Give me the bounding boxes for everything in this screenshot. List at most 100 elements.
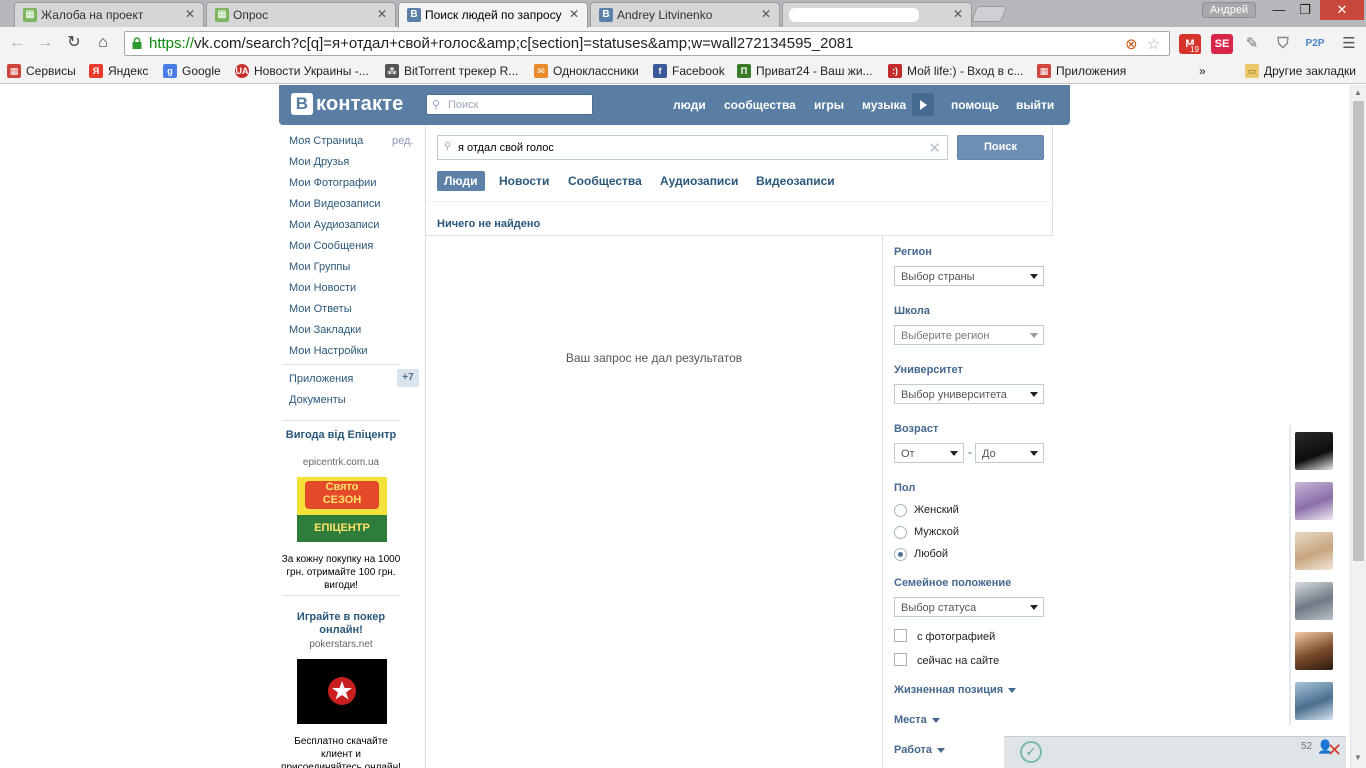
menu-news[interactable]: Мои Новости — [289, 282, 356, 294]
apps-count-badge[interactable]: +7 — [397, 369, 419, 387]
browser-tab[interactable]: В Andrey Litvinenko ✕ — [590, 2, 780, 27]
friend-avatar[interactable] — [1295, 532, 1333, 570]
work-toggle[interactable]: Работа — [894, 744, 946, 756]
menu-answers[interactable]: Мои Ответы — [289, 303, 352, 315]
bookmark-item[interactable]: g Google — [163, 63, 221, 79]
places-toggle[interactable]: Места — [894, 714, 940, 726]
new-tab-button[interactable] — [971, 6, 1007, 22]
menu-apps[interactable]: Приложения — [289, 373, 353, 385]
check-circle-icon[interactable]: ✓ — [1020, 741, 1042, 763]
university-select[interactable]: Выбор университета — [894, 384, 1044, 404]
nav-logout[interactable]: выйти — [1016, 98, 1054, 112]
clear-icon[interactable]: ✕ — [928, 139, 941, 157]
maximize-button[interactable]: ❐ — [1292, 0, 1318, 20]
menu-my-page[interactable]: Моя Страница — [289, 135, 363, 147]
extension-blocked-icon[interactable]: ⊗ — [1125, 35, 1138, 53]
friend-avatar[interactable] — [1295, 482, 1333, 520]
browser-tab-active[interactable]: В Поиск людей по запросу ✕ — [398, 2, 588, 28]
menu-messages[interactable]: Мои Сообщения — [289, 240, 373, 252]
tab-video[interactable]: Видеозаписи — [756, 171, 835, 191]
scroll-thumb[interactable] — [1353, 101, 1364, 561]
ad-title[interactable]: Вигода від Епіцентр — [281, 429, 401, 442]
browser-tab[interactable]: ▦ Жалоба на проект ✕ — [14, 2, 204, 27]
tab-communities[interactable]: Сообщества — [568, 171, 642, 191]
menu-photos[interactable]: Мои Фотографии — [289, 177, 376, 189]
with-photo-label[interactable]: с фотографией — [917, 631, 995, 643]
close-icon[interactable]: ✕ — [569, 7, 579, 21]
menu-videos[interactable]: Мои Видеозаписи — [289, 198, 381, 210]
p2p-extension-icon[interactable]: P2P — [1304, 34, 1326, 54]
sex-female-label[interactable]: Женский — [914, 504, 959, 516]
menu-edit-link[interactable]: ред. — [392, 135, 413, 147]
bookmark-item[interactable]: ▦ Сервисы — [7, 63, 76, 79]
menu-icon[interactable]: ☰ — [1338, 34, 1360, 54]
menu-bookmarks[interactable]: Мои Закладки — [289, 324, 361, 336]
menu-settings[interactable]: Мои Настройки — [289, 345, 368, 357]
with-photo-checkbox[interactable] — [894, 629, 907, 642]
friend-avatar[interactable] — [1295, 682, 1333, 720]
page-scrollbar[interactable]: ▲ ▼ — [1350, 85, 1366, 768]
address-bar[interactable]: https://vk.com/search?c[q]=я+отдал+свой+… — [124, 31, 1170, 56]
sex-any-label[interactable]: Любой — [914, 548, 948, 560]
header-search-input[interactable]: ⚲ Поиск — [426, 94, 593, 115]
profile-button[interactable]: Андрей — [1202, 2, 1256, 18]
tab-news[interactable]: Новости — [499, 171, 549, 191]
bookmark-item[interactable]: П Приват24 - Ваш жи... — [737, 63, 873, 79]
reload-button[interactable]: ↻ — [63, 33, 85, 53]
marital-status-select[interactable]: Выбор статуса — [894, 597, 1044, 617]
close-icon[interactable]: ✕ — [377, 7, 387, 21]
tab-people[interactable]: Люди — [437, 171, 485, 191]
nav-help[interactable]: помощь — [951, 98, 999, 112]
bookmark-item[interactable]: :) Мой life:) - Вход в с... — [888, 63, 1023, 79]
shield-icon[interactable]: ⛉ — [1272, 34, 1294, 54]
close-icon[interactable]: ✕ — [1327, 740, 1342, 761]
nav-games[interactable]: игры — [814, 98, 844, 112]
nav-music[interactable]: музыка — [862, 98, 906, 112]
se-extension-icon[interactable]: SE — [1211, 34, 1233, 54]
bookmark-item[interactable]: f Facebook — [653, 63, 725, 79]
bookmark-item[interactable]: Я Яндекс — [89, 63, 148, 79]
age-to-select[interactable]: До — [975, 443, 1044, 463]
ad-banner-pokerstars[interactable] — [297, 659, 387, 724]
search-button[interactable]: Поиск — [957, 135, 1044, 160]
sex-male-label[interactable]: Мужской — [914, 526, 959, 538]
scroll-up-icon[interactable]: ▲ — [1354, 88, 1362, 97]
close-icon[interactable]: ✕ — [185, 7, 195, 21]
ad-banner-epicentr[interactable]: Свято СЕЗОН ЕПІЦЕНТР — [297, 477, 387, 542]
age-from-select[interactable]: От — [894, 443, 964, 463]
menu-groups[interactable]: Мои Группы — [289, 261, 350, 273]
bookmarks-overflow-button[interactable]: » — [1199, 63, 1206, 79]
friend-avatar[interactable] — [1295, 632, 1333, 670]
vk-logo[interactable]: Вконтакте — [291, 93, 404, 117]
nav-communities[interactable]: сообщества — [724, 98, 796, 112]
reader-extension-icon[interactable]: ✎ — [1241, 34, 1263, 54]
other-bookmarks-folder[interactable]: ▭ Другие закладки — [1245, 63, 1356, 79]
ad-title[interactable]: Играйте в покер онлайн! — [281, 611, 401, 637]
online-now-label[interactable]: сейчас на сайте — [917, 655, 999, 667]
forward-button[interactable]: → — [34, 33, 56, 53]
star-icon[interactable]: ☆ — [1147, 35, 1160, 53]
sex-any-radio[interactable] — [894, 548, 907, 561]
search-query-input[interactable]: ⚲ я отдал свой голос ✕ — [437, 135, 948, 160]
online-now-checkbox[interactable] — [894, 653, 907, 666]
close-icon[interactable]: ✕ — [761, 7, 771, 21]
friend-avatar[interactable] — [1295, 432, 1333, 470]
close-icon[interactable]: ✕ — [953, 7, 963, 21]
bookmark-item[interactable]: ▦ Приложения — [1037, 63, 1126, 79]
sex-male-radio[interactable] — [894, 526, 907, 539]
scroll-down-icon[interactable]: ▼ — [1354, 753, 1362, 762]
url-text[interactable]: https://vk.com/search?c[q]=я+отдал+свой+… — [149, 35, 854, 52]
friend-avatar[interactable] — [1295, 582, 1333, 620]
country-select[interactable]: Выбор страны — [894, 266, 1044, 286]
minimize-button[interactable]: — — [1266, 0, 1292, 20]
menu-audio[interactable]: Мои Аудиозаписи — [289, 219, 379, 231]
back-button[interactable]: ← — [6, 33, 28, 53]
bookmark-item[interactable]: ⁂ BitTorrent трекер R... — [385, 63, 518, 79]
browser-tab[interactable]: ▦ Опрос ✕ — [206, 2, 396, 27]
play-icon[interactable] — [912, 93, 934, 116]
browser-tab[interactable]: ✕ — [782, 2, 972, 27]
bookmark-item[interactable]: UA Новости Украины -... — [235, 63, 369, 79]
window-close-button[interactable]: ✕ — [1320, 0, 1364, 20]
school-select[interactable]: Выберите регион — [894, 325, 1044, 345]
home-button[interactable]: ⌂ — [92, 33, 114, 53]
